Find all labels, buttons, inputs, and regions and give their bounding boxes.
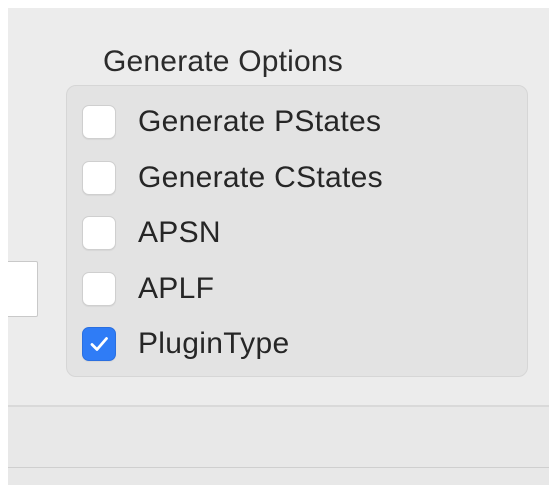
option-label: APLF — [138, 272, 215, 305]
bottom-area — [8, 407, 549, 485]
option-label: Generate CStates — [138, 161, 383, 194]
checkbox-unchecked-icon[interactable] — [82, 216, 116, 250]
checkbox-unchecked-icon[interactable] — [82, 272, 116, 306]
option-generate-cstates[interactable]: Generate CStates — [82, 158, 383, 198]
option-generate-pstates[interactable]: Generate PStates — [82, 102, 381, 142]
option-label: Generate PStates — [138, 105, 382, 138]
generate-options-title: Generate Options — [103, 45, 344, 78]
checkbox-checked-icon[interactable] — [82, 327, 116, 361]
option-label: PluginType — [138, 327, 290, 360]
settings-panel: Generate Options Generate PStates Genera… — [8, 8, 549, 485]
option-apsn[interactable]: APSN — [82, 213, 221, 253]
option-label: APSN — [138, 216, 221, 249]
bottom-divider — [8, 467, 549, 468]
checkbox-unchecked-icon[interactable] — [82, 105, 116, 139]
checkbox-unchecked-icon[interactable] — [82, 161, 116, 195]
option-aplf[interactable]: APLF — [82, 269, 214, 309]
partial-text-field[interactable] — [8, 261, 38, 317]
option-plugintype[interactable]: PluginType — [82, 324, 289, 364]
